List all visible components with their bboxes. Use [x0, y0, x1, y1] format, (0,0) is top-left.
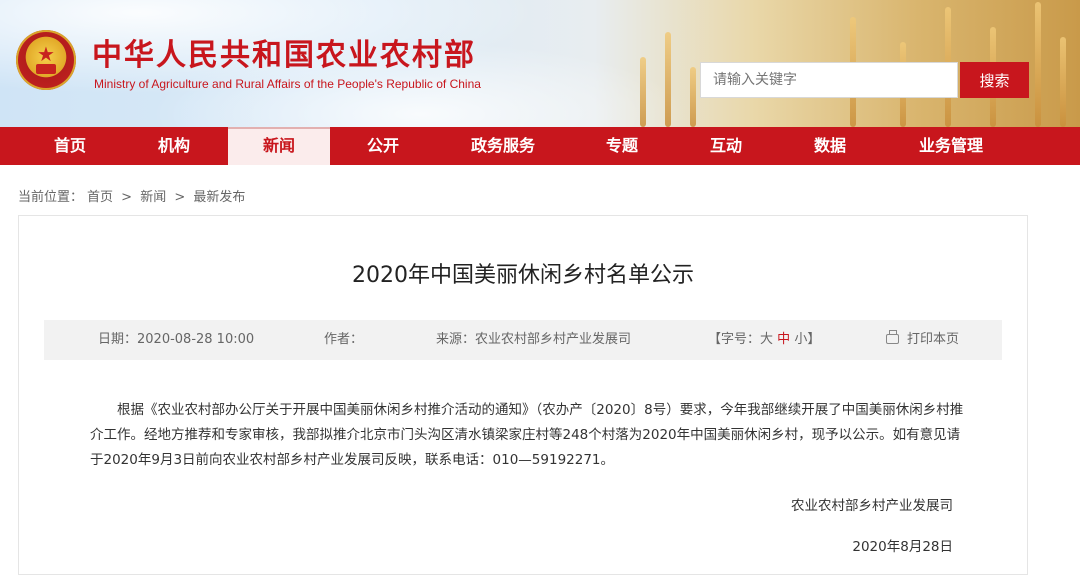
- font-size-label: 【字号：: [708, 332, 761, 347]
- nav-item-business-management[interactable]: 业务管理: [895, 127, 1007, 165]
- article-body: 根据《农业农村部办公厅关于开展中国美丽休闲乡村推介活动的通知》（农办产〔2020…: [90, 398, 970, 473]
- national-emblem-icon[interactable]: ★: [16, 30, 76, 90]
- article-sign-date: 2020年8月28日: [852, 539, 953, 555]
- search-bar: 搜索: [700, 62, 1029, 100]
- wheat-decoration: [1060, 37, 1066, 127]
- breadcrumb-prefix: 当前位置：: [18, 190, 84, 205]
- nav-item-government-services[interactable]: 政务服务: [450, 127, 556, 165]
- nav-item-organization[interactable]: 机构: [122, 127, 226, 165]
- site-subtitle: Ministry of Agriculture and Rural Affair…: [94, 77, 481, 91]
- search-input[interactable]: [700, 62, 958, 98]
- main-nav: 首页 机构 新闻 公开 政务服务 专题 互动 数据 业务管理: [0, 127, 1080, 165]
- print-button[interactable]: 打印本页: [886, 320, 959, 360]
- breadcrumb-latest[interactable]: 最新发布: [193, 190, 245, 205]
- font-size-control: 【字号：大 中 小】: [708, 320, 820, 360]
- font-size-small[interactable]: 小: [794, 332, 807, 347]
- article-date: 日期：2020-08-28 10:00: [98, 332, 255, 347]
- nav-item-news[interactable]: 新闻: [228, 127, 330, 165]
- article-title: 2020年中国美丽休闲乡村名单公示: [352, 263, 694, 288]
- nav-item-home[interactable]: 首页: [18, 127, 122, 165]
- wheat-decoration: [665, 32, 671, 127]
- print-label: 打印本页: [907, 332, 960, 347]
- article-paragraph: 根据《农业农村部办公厅关于开展中国美丽休闲乡村推介活动的通知》（农办产〔2020…: [90, 402, 964, 468]
- nav-item-interaction[interactable]: 互动: [674, 127, 778, 165]
- breadcrumb-separator: >: [174, 190, 186, 205]
- article-author: 作者：: [324, 332, 364, 347]
- nav-item-data[interactable]: 数据: [778, 127, 882, 165]
- search-button[interactable]: 搜索: [960, 62, 1029, 98]
- wheat-decoration: [690, 67, 696, 127]
- breadcrumb-separator: >: [121, 190, 133, 205]
- wheat-decoration: [640, 57, 646, 127]
- breadcrumb-home[interactable]: 首页: [87, 190, 113, 205]
- breadcrumb: 当前位置： 首页 > 新闻 > 最新发布: [18, 186, 249, 205]
- font-size-end: 】: [807, 332, 821, 347]
- wheat-decoration: [1035, 2, 1041, 127]
- article-source: 来源：农业农村部乡村产业发展司: [436, 332, 632, 347]
- site-title[interactable]: 中华人民共和国农业农村部: [92, 30, 476, 74]
- article-signature: 农业农村部乡村产业发展司: [791, 498, 953, 514]
- site-header: ★ 中华人民共和国农业农村部 Ministry of Agriculture a…: [0, 0, 1080, 127]
- font-size-large[interactable]: 大: [760, 332, 773, 347]
- article-meta-bar: 日期：2020-08-28 10:00 作者： 来源：农业农村部乡村产业发展司 …: [44, 320, 1002, 360]
- nav-item-topics[interactable]: 专题: [570, 127, 674, 165]
- font-size-medium[interactable]: 中: [777, 332, 790, 347]
- printer-icon: [886, 330, 899, 344]
- breadcrumb-news[interactable]: 新闻: [140, 190, 166, 205]
- nav-item-public[interactable]: 公开: [332, 127, 434, 165]
